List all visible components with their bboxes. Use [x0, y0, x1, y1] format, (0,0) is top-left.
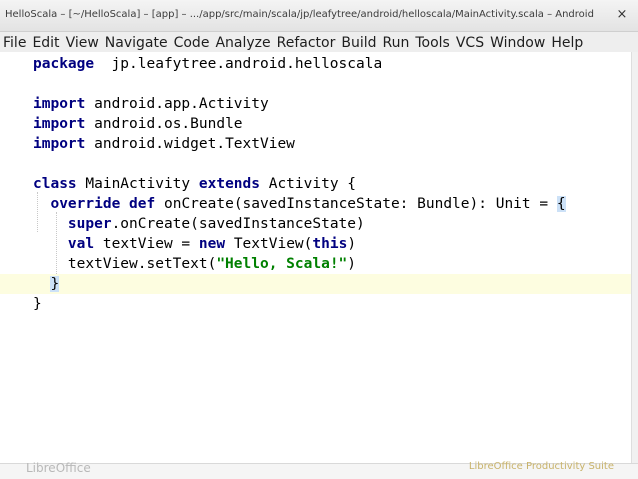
menu-window[interactable]: Window	[487, 34, 548, 54]
code-token: textView.setText(	[33, 256, 217, 272]
code-line[interactable]: import android.os.Bundle	[0, 114, 631, 134]
keyword: new	[198, 236, 226, 252]
menu-run[interactable]: Run	[380, 34, 413, 54]
code-line[interactable]: super.onCreate(savedInstanceState)	[0, 214, 631, 234]
code-token: MainActivity	[76, 176, 199, 192]
code-line[interactable]: package jp.leafytree.android.helloscala	[0, 54, 631, 74]
vertical-scrollbar[interactable]	[631, 52, 638, 463]
code-text: import android.os.Bundle	[33, 114, 243, 134]
code-line[interactable]: import android.app.Activity	[0, 94, 631, 114]
code-line[interactable]	[0, 74, 631, 94]
code-text: class MainActivity extends Activity {	[33, 174, 356, 194]
code-line[interactable]: val textView = new TextView(this)	[0, 234, 631, 254]
menu-build[interactable]: Build	[338, 34, 379, 54]
code-line[interactable]: import android.widget.TextView	[0, 134, 631, 154]
menu-analyze[interactable]: Analyze	[212, 34, 273, 54]
menu-bar: File Edit View Navigate Code Analyze Refactor B…	[0, 32, 638, 52]
keyword: import	[33, 96, 86, 112]
menu-code[interactable]: Code	[171, 34, 213, 54]
code-line[interactable]: }	[0, 274, 631, 294]
code-text: package jp.leafytree.android.helloscala	[33, 54, 382, 74]
menu-view[interactable]: View	[63, 34, 102, 54]
menu-help[interactable]: Help	[548, 34, 586, 54]
keyword: import	[33, 136, 86, 152]
code-line[interactable]	[0, 154, 631, 174]
code-line[interactable]: class MainActivity extends Activity {	[0, 174, 631, 194]
code-token: .onCreate(savedInstanceState)	[111, 216, 365, 232]
code-text: super.onCreate(savedInstanceState)	[33, 214, 365, 234]
taskbar-right-label: LibreOffice Productivity Suite	[468, 461, 614, 472]
keyword: val	[67, 236, 95, 252]
code-text: override def onCreate(savedInstanceState…	[33, 194, 566, 214]
keyword: class	[33, 176, 77, 192]
code-token: )	[347, 236, 357, 252]
menu-refactor[interactable]: Refactor	[274, 34, 339, 54]
code-token: android.os.Bundle	[85, 116, 243, 132]
code-text: import android.widget.TextView	[33, 134, 295, 154]
keyword: extends	[198, 176, 260, 192]
taskbar-left-label[interactable]: LibreOffice	[26, 461, 91, 475]
keyword: package	[33, 56, 95, 72]
keyword: this	[312, 236, 348, 252]
keyword: def	[129, 196, 156, 212]
keyword: override	[50, 196, 121, 212]
menu-edit[interactable]: Edit	[29, 34, 62, 54]
code-line[interactable]: }	[0, 294, 631, 314]
keyword: super	[67, 216, 112, 232]
code-text: val textView = new TextView(this)	[33, 234, 356, 254]
code-token: )	[347, 256, 357, 272]
code-token: Activity {	[259, 176, 357, 192]
code-text: }	[33, 274, 60, 294]
code-token: android.widget.TextView	[85, 136, 295, 152]
taskbar-strip: LibreOffice LibreOffice Productivity Sui…	[0, 461, 638, 479]
keyword: import	[33, 116, 86, 132]
window-title: HelloScala – [~/HelloScala] – [app] – ..…	[5, 9, 595, 20]
code-token: textView =	[94, 236, 199, 252]
code-text: }	[33, 294, 42, 314]
menu-navigate[interactable]: Navigate	[102, 34, 171, 54]
code-line[interactable]: override def onCreate(savedInstanceState…	[0, 194, 631, 214]
menu-tools[interactable]: Tools	[412, 34, 453, 54]
menu-file[interactable]: File	[0, 34, 29, 54]
code-token: jp.leafytree.android.helloscala	[94, 56, 383, 72]
code-text: textView.setText("Hello, Scala!")	[33, 254, 356, 274]
code-text: import android.app.Activity	[33, 94, 269, 114]
code-line[interactable]: textView.setText("Hello, Scala!")	[0, 254, 631, 274]
code-token: }	[33, 296, 42, 312]
code-token: android.app.Activity	[85, 96, 269, 112]
string-literal: "Hello, Scala!"	[216, 256, 348, 272]
menu-vcs[interactable]: VCS	[453, 34, 487, 54]
title-bar: HelloScala – [~/HelloScala] – [app] – ..…	[0, 0, 638, 32]
code-token: TextView(	[225, 236, 313, 252]
matched-brace: }	[50, 276, 60, 292]
close-icon[interactable]: ×	[614, 7, 630, 23]
matched-brace: {	[556, 196, 566, 212]
code-token: onCreate(savedInstanceState: Bundle): Un…	[155, 196, 557, 212]
code-editor[interactable]: package jp.leafytree.android.helloscala i…	[0, 52, 631, 463]
